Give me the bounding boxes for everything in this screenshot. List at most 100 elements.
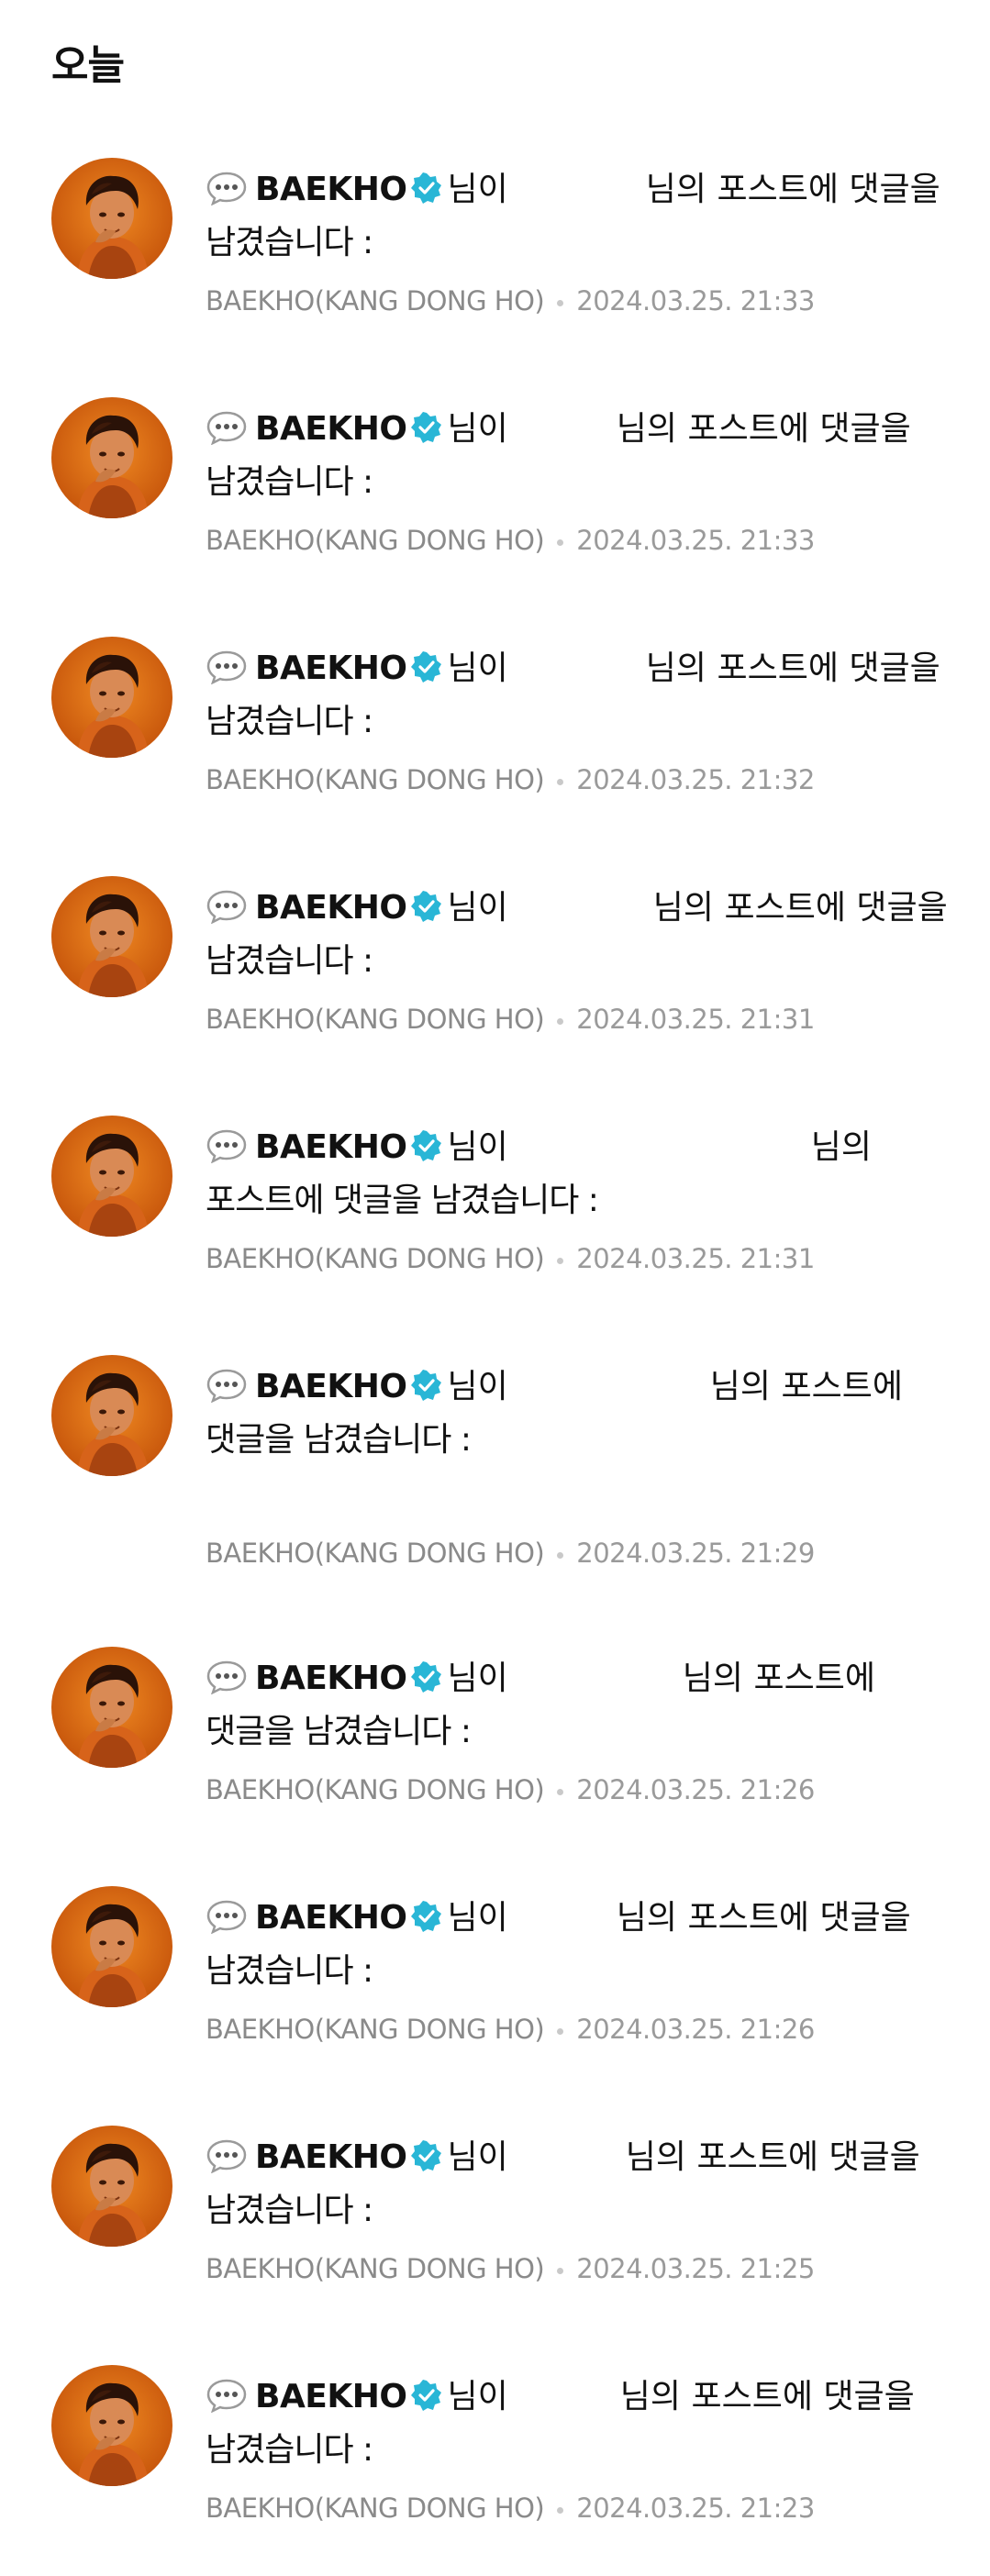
artist-name: BAEKHO(KANG DONG HO) (206, 1538, 545, 1569)
notification-text-line1: BAEKHO 님이 님의 포스트에 댓글을 (206, 2137, 920, 2179)
separator-dot (557, 539, 564, 546)
notification-text-line2: 남겼습니다 : (206, 2431, 373, 2469)
notification-meta: BAEKHO(KANG DONG HO) 2024.03.25. 21:31 (206, 1240, 815, 1277)
notification-meta: BAEKHO(KANG DONG HO) 2024.03.25. 21:33 (206, 283, 815, 319)
notification-text-line2: 댓글을 남겼습니다 : (206, 1713, 472, 1750)
suffix-text: 님이 (447, 2138, 508, 2176)
verified-badge-icon (410, 412, 442, 443)
username[interactable]: BAEKHO (255, 1368, 407, 1405)
notification-meta: BAEKHO(KANG DONG HO) 2024.03.25. 21:29 (206, 1535, 815, 1571)
artist-name: BAEKHO(KANG DONG HO) (206, 2014, 545, 2045)
notification-meta: BAEKHO(KANG DONG HO) 2024.03.25. 21:25 (206, 2250, 815, 2287)
suffix-text: 님이 (447, 1128, 508, 1166)
suffix-text: 님이 (447, 171, 508, 208)
notification-text-line1: BAEKHO 님이 님의 포스트에 댓글을 (206, 1897, 911, 1939)
avatar[interactable] (51, 1116, 172, 1237)
avatar[interactable] (51, 158, 172, 279)
username[interactable]: BAEKHO (255, 410, 407, 448)
comment-bubble-icon (206, 1128, 248, 1163)
artist-name: BAEKHO(KANG DONG HO) (206, 525, 545, 556)
separator-dot (557, 1017, 564, 1025)
username[interactable]: BAEKHO (255, 1899, 407, 1937)
timestamp: 2024.03.25. 21:31 (576, 1004, 815, 1035)
username[interactable]: BAEKHO (255, 171, 407, 208)
notification-meta: BAEKHO(KANG DONG HO) 2024.03.25. 21:26 (206, 2011, 815, 2048)
notification-item[interactable]: BAEKHO 님이 님의 포스트에 댓글을 남겼습니다 : BAEKHO(KANG… (0, 1886, 990, 2097)
separator-dot (557, 1788, 564, 1795)
notification-item[interactable]: BAEKHO 님이 님의 포스트에 댓글을 남겼습니다 : BAEKHO(KANG… (0, 2365, 990, 2576)
post-owner-text: 님의 포스트에 (682, 1660, 875, 1697)
avatar[interactable] (51, 1647, 172, 1768)
comment-bubble-icon (206, 2378, 248, 2413)
username[interactable]: BAEKHO (255, 650, 407, 687)
separator-dot (557, 1551, 564, 1559)
avatar[interactable] (51, 397, 172, 518)
verified-badge-icon (410, 172, 442, 204)
separator-dot (557, 2506, 564, 2514)
avatar[interactable] (51, 876, 172, 997)
post-owner-text: 님의 포스트에 댓글을 (625, 2138, 920, 2176)
notification-item[interactable]: BAEKHO 님이 님의 포스트에 댓글을 남겼습니다 : BAEKHO(KANG… (0, 397, 990, 608)
notification-item[interactable]: BAEKHO 님이 님의 포스트에 댓글을 남겼습니다 : BAEKHO(KANG… (0, 158, 990, 369)
notification-item[interactable]: BAEKHO 님이 님의 포스트에 댓글을 남겼습니다 : BAEKHO(KANG… (0, 637, 990, 848)
separator-dot (557, 2267, 564, 2274)
notification-text-line2: 남겼습니다 : (206, 2192, 373, 2229)
notification-meta: BAEKHO(KANG DONG HO) 2024.03.25. 21:23 (206, 2490, 815, 2526)
avatar[interactable] (51, 1355, 172, 1476)
avatar[interactable] (51, 2126, 172, 2247)
notification-text-line1: BAEKHO 님이 님의 포스트에 댓글을 (206, 169, 940, 211)
notification-text-line2: 댓글을 남겼습니다 : (206, 1421, 472, 1459)
comment-bubble-icon (206, 2138, 248, 2173)
avatar[interactable] (51, 637, 172, 758)
notification-text-line1: BAEKHO 님이 님의 (206, 1127, 872, 1169)
timestamp: 2024.03.25. 21:32 (576, 764, 815, 795)
suffix-text: 님이 (447, 2378, 508, 2415)
verified-badge-icon (410, 2140, 442, 2171)
notification-text-line2: 포스트에 댓글을 남겼습니다 : (206, 1182, 599, 1219)
comment-bubble-icon (206, 171, 248, 205)
post-owner-text: 님의 포스트에 (709, 1368, 903, 1405)
username[interactable]: BAEKHO (255, 1128, 407, 1166)
verified-badge-icon (410, 1370, 442, 1401)
notification-text-line2: 남겼습니다 : (206, 224, 373, 261)
timestamp: 2024.03.25. 21:31 (576, 1243, 815, 1274)
timestamp: 2024.03.25. 21:33 (576, 285, 815, 316)
avatar[interactable] (51, 1886, 172, 2007)
suffix-text: 님이 (447, 1899, 508, 1937)
notification-meta: BAEKHO(KANG DONG HO) 2024.03.25. 21:31 (206, 1001, 815, 1038)
notification-item[interactable]: BAEKHO 님이 님의 포스트에 댓글을 남겼습니다 : BAEKHO(KANG… (0, 1355, 990, 1569)
notification-item[interactable]: BAEKHO 님이 님의 포스트에 댓글을 남겼습니다 : BAEKHO(KANG… (0, 876, 990, 1087)
notification-item[interactable]: BAEKHO 님이 님의 포스트에 댓글을 남겼습니다 : BAEKHO(KANG… (0, 1116, 990, 1327)
notification-meta: BAEKHO(KANG DONG HO) 2024.03.25. 21:26 (206, 1771, 815, 1808)
comment-bubble-icon (206, 410, 248, 445)
verified-badge-icon (410, 1661, 442, 1693)
comment-bubble-icon (206, 650, 248, 684)
separator-dot (557, 2027, 564, 2035)
timestamp: 2024.03.25. 21:33 (576, 525, 815, 556)
timestamp: 2024.03.25. 21:23 (576, 2493, 815, 2524)
verified-badge-icon (410, 891, 442, 922)
notification-item[interactable]: BAEKHO 님이 님의 포스트에 댓글을 남겼습니다 : BAEKHO(KANG… (0, 1647, 990, 1858)
separator-dot (557, 299, 564, 306)
post-owner-text: 님의 포스트에 댓글을 (645, 171, 940, 208)
username[interactable]: BAEKHO (255, 1660, 407, 1697)
timestamp: 2024.03.25. 21:29 (576, 1538, 815, 1569)
post-owner-text: 님의 포스트에 댓글을 (616, 410, 911, 448)
suffix-text: 님이 (447, 1660, 508, 1697)
verified-badge-icon (410, 1901, 442, 1932)
verified-badge-icon (410, 651, 442, 683)
username[interactable]: BAEKHO (255, 2378, 407, 2415)
notification-text-line1: BAEKHO 님이 님의 포스트에 (206, 1366, 903, 1408)
comment-bubble-icon (206, 889, 248, 924)
suffix-text: 님이 (447, 889, 508, 927)
timestamp: 2024.03.25. 21:25 (576, 2253, 815, 2284)
notification-text-line1: BAEKHO 님이 님의 포스트에 (206, 1658, 875, 1700)
comment-bubble-icon (206, 1899, 248, 1934)
username[interactable]: BAEKHO (255, 889, 407, 927)
notification-text-line2: 남겼습니다 : (206, 942, 373, 980)
notification-text-line1: BAEKHO 님이 님의 포스트에 댓글을 (206, 887, 948, 929)
notification-text-line2: 남겼습니다 : (206, 703, 373, 740)
avatar[interactable] (51, 2365, 172, 2486)
notification-item[interactable]: BAEKHO 님이 님의 포스트에 댓글을 남겼습니다 : BAEKHO(KANG… (0, 2126, 990, 2337)
username[interactable]: BAEKHO (255, 2138, 407, 2176)
